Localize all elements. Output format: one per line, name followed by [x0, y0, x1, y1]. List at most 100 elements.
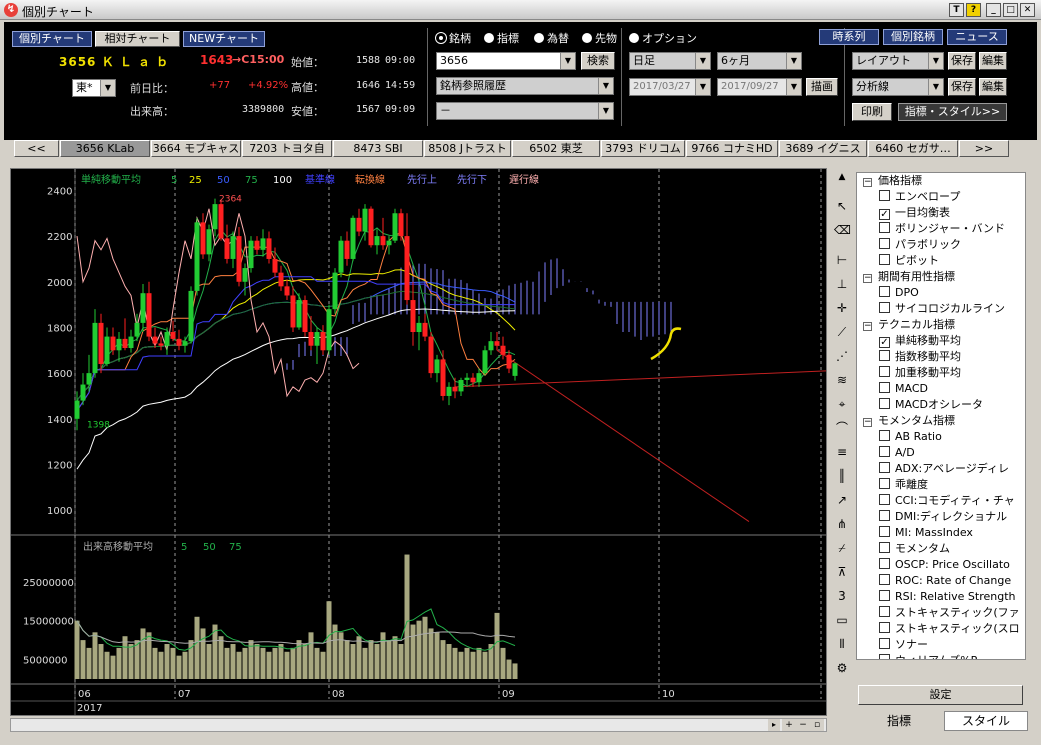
ray-icon[interactable]: ↗ — [834, 492, 850, 508]
indicator-item[interactable]: DMI:ディレクショナル — [857, 509, 1025, 525]
crosshair-icon[interactable]: ✛ — [834, 300, 850, 316]
settings-button[interactable]: 設定 — [858, 685, 1023, 705]
indicator-item[interactable]: RSI: Relative Strength — [857, 589, 1025, 605]
collapse-icon[interactable]: − — [863, 322, 872, 331]
indicator-item[interactable]: DPO — [857, 285, 1025, 301]
gann-icon[interactable]: ⌖ — [834, 396, 850, 412]
indicator-item[interactable]: ✓ 単純移動平均 — [857, 333, 1025, 349]
sub-select[interactable]: － ▼ — [436, 102, 614, 120]
indicator-item[interactable]: OSCP: Price Oscillato — [857, 557, 1025, 573]
stock-tab[interactable]: 3793 ドリコム — [601, 140, 685, 157]
history-select[interactable]: 銘柄参照履歴 ▼ — [436, 77, 614, 95]
rectangle-icon[interactable]: ▭ — [834, 612, 850, 628]
print-button[interactable]: 印刷 — [852, 103, 892, 121]
stock-tab[interactable]: 3689 イグニス — [779, 140, 867, 157]
checkbox-icon[interactable] — [879, 302, 890, 313]
checkbox-icon[interactable] — [879, 254, 890, 265]
horizontal-line-icon[interactable]: ⊢ — [834, 252, 850, 268]
close-button[interactable]: ✕ — [1020, 3, 1035, 17]
indicator-style-button[interactable]: 指標・スタイル>> — [898, 103, 1007, 121]
checkbox-icon[interactable] — [879, 654, 890, 659]
market-select[interactable]: 東* ▼ — [72, 79, 116, 97]
indicator-item[interactable]: ストキャスティック(ファ — [857, 605, 1025, 621]
indicator-item[interactable]: AB Ratio — [857, 429, 1025, 445]
checkbox-icon[interactable] — [879, 510, 890, 521]
code-input[interactable]: 3656 ▼ — [436, 52, 576, 70]
checkbox-icon[interactable] — [879, 286, 890, 297]
tab-timeseries[interactable]: 時系列 — [819, 29, 879, 45]
fan-icon[interactable]: ⋰ — [834, 348, 850, 364]
checkbox-icon[interactable] — [879, 462, 890, 473]
layout-select[interactable]: レイアウト ▼ — [852, 52, 944, 70]
fibonacci-icon[interactable]: ≋ — [834, 372, 850, 388]
checkbox-icon[interactable] — [879, 430, 890, 441]
eraser-icon[interactable]: ⌫ — [834, 222, 851, 238]
collapse-icon[interactable]: − — [863, 418, 872, 427]
tab-prev-button[interactable]: << — [14, 140, 59, 157]
tool-scroll-up-icon[interactable]: ▲ — [834, 172, 850, 182]
indicator-group[interactable]: − 期間有用性指標 — [857, 269, 1025, 285]
settings-tool-icon[interactable]: ⚙ — [834, 660, 850, 676]
indicator-item[interactable]: ✓ 一目均衡表 — [857, 205, 1025, 221]
date-from[interactable]: 2017/03/27 ▼ — [629, 78, 711, 96]
layout-save-button[interactable]: 保存 — [948, 52, 976, 70]
channel-icon[interactable]: ≡ — [834, 444, 850, 460]
stock-tab[interactable]: 7203 トヨタ自 — [242, 140, 332, 157]
layout-edit-button[interactable]: 編集 — [979, 52, 1007, 70]
indicator-group[interactable]: − 価格指標 — [857, 173, 1025, 189]
checkbox-icon[interactable] — [879, 526, 890, 537]
zoom-in-icon[interactable]: − — [796, 719, 810, 731]
checkbox-icon[interactable] — [879, 558, 890, 569]
stock-tab[interactable]: 6460 セガサ… — [868, 140, 958, 157]
checkbox-icon[interactable] — [879, 238, 890, 249]
checkbox-icon[interactable] — [879, 222, 890, 233]
analysis-save-button[interactable]: 保存 — [948, 78, 976, 96]
radio-fx[interactable]: 為替 — [534, 30, 569, 46]
indicator-item[interactable]: 加重移動平均 — [857, 365, 1025, 381]
analysis-select[interactable]: 分析線 ▼ — [852, 78, 944, 96]
minimize-button[interactable]: _ — [986, 3, 1001, 17]
speed-line-icon[interactable]: ⊼ — [834, 564, 850, 580]
nav-individual-chart[interactable]: 個別チャート — [12, 31, 92, 47]
indicator-item[interactable]: ウィリアムズ%R — [857, 653, 1025, 659]
checkbox-icon[interactable] — [879, 622, 890, 633]
chart-area[interactable]: 06 07 08 09 10 2017 2400 2200 2000 1800 1600 1400 12… — [10, 168, 827, 716]
maximize-button[interactable]: □ — [1003, 3, 1018, 17]
stock-tab[interactable]: 3656 KLab — [60, 140, 150, 157]
vertical-line-icon[interactable]: ⊥ — [834, 276, 850, 292]
zoom-out-icon[interactable]: + — [782, 719, 796, 731]
stock-tab[interactable]: 6502 東芝 — [512, 140, 600, 157]
indicator-item[interactable]: 乖離度 — [857, 477, 1025, 493]
indicator-group[interactable]: − モメンタム指標 — [857, 413, 1025, 429]
indicator-item[interactable]: MACD — [857, 381, 1025, 397]
help-button[interactable]: ? — [966, 3, 981, 17]
checkbox-icon[interactable] — [879, 590, 890, 601]
arc-icon[interactable]: ⌒ — [834, 420, 850, 436]
indicator-item[interactable]: ストキャスティック(スロ — [857, 621, 1025, 637]
indicator-item[interactable]: ボリンジャー・バンド — [857, 221, 1025, 237]
draw-button[interactable]: 描画 — [806, 78, 838, 96]
indicator-item[interactable]: ADX:アベレージディレ — [857, 461, 1025, 477]
text-size-button[interactable]: T — [949, 3, 964, 17]
checkbox-icon[interactable] — [879, 542, 890, 553]
indicator-item[interactable]: パラボリック — [857, 237, 1025, 253]
stock-tab[interactable]: 9766 コナミHD — [686, 140, 778, 157]
period-icon[interactable]: 3 — [834, 588, 850, 604]
period-type-select[interactable]: 日足 ▼ — [629, 52, 711, 70]
pitchfork-icon[interactable]: ⋔ — [834, 516, 850, 532]
indicator-item[interactable]: サイコロジカルライン — [857, 301, 1025, 317]
checkbox-checked-icon[interactable]: ✓ — [879, 209, 890, 220]
indicator-item[interactable]: CCI:コモディティ・チャ — [857, 493, 1025, 509]
tab-individual-stock[interactable]: 個別銘柄 — [883, 29, 943, 45]
reset-zoom-icon[interactable]: ▫ — [810, 719, 824, 731]
cycle-icon[interactable]: ║ — [834, 468, 850, 484]
collapse-icon[interactable]: − — [863, 274, 872, 283]
indicator-item[interactable]: ソナー — [857, 637, 1025, 653]
checkbox-icon[interactable] — [879, 574, 890, 585]
tab-indicators[interactable]: 指標 — [856, 711, 942, 731]
nav-relative-chart[interactable]: 相対チャート — [95, 31, 180, 47]
radio-options[interactable]: オプション — [629, 30, 697, 46]
bars-icon[interactable]: ⦀ — [834, 636, 850, 652]
analysis-edit-button[interactable]: 編集 — [979, 78, 1007, 96]
tab-next-button[interactable]: >> — [959, 140, 1009, 157]
